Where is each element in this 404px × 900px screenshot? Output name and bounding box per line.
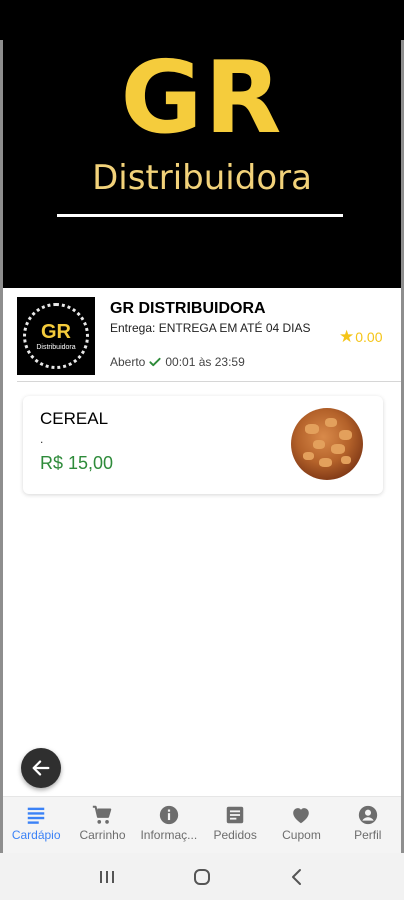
store-header: GR Distribuidora GR DISTRIBUIDORA Entreg…	[3, 288, 401, 380]
nav-item-pedidos[interactable]: Pedidos	[202, 797, 268, 853]
info-icon	[159, 805, 178, 825]
home-icon[interactable]	[190, 865, 214, 889]
store-logo-text: GR	[41, 320, 71, 343]
arrow-left-icon	[32, 760, 50, 776]
product-image-cereal	[291, 408, 363, 480]
store-status-label: Aberto	[110, 355, 146, 369]
star-icon: ★	[339, 327, 355, 346]
app-frame: GR Distribuidora GR Distribuidora GR DIS…	[0, 40, 404, 853]
store-name: GR DISTRIBUIDORA	[110, 300, 266, 317]
nav-label-cardapio: Cardápio	[11, 828, 61, 842]
heart-icon	[293, 808, 310, 824]
banner-logo-subtitle: Distribuidora	[92, 158, 312, 198]
nav-item-carrinho[interactable]: Carrinho	[69, 797, 135, 853]
cart-icon	[93, 805, 112, 824]
profile-icon	[358, 805, 377, 825]
store-logo-ring: GR Distribuidora	[23, 303, 89, 369]
bottom-navigation: Cardápio Carrinho Informaç... Pedidos Cu…	[3, 796, 401, 853]
nav-label-pedidos: Pedidos	[213, 828, 257, 842]
menu-lines-icon	[27, 807, 45, 824]
back-icon[interactable]	[285, 865, 309, 889]
store-opening-status: Aberto 00:01 às 23:59	[110, 355, 245, 369]
check-icon	[149, 357, 161, 367]
system-navigation-bar	[0, 853, 404, 900]
header-divider	[17, 381, 401, 382]
back-button[interactable]	[21, 748, 61, 788]
product-description: .	[40, 432, 44, 446]
receipt-icon	[226, 806, 244, 824]
product-name: CEREAL	[40, 409, 109, 428]
store-rating-value: 0.00	[355, 328, 383, 345]
nav-item-perfil[interactable]: Perfil	[335, 797, 401, 853]
product-card[interactable]: CEREAL . R$ 15,00	[23, 396, 383, 494]
nav-item-cupom[interactable]: Cupom	[268, 797, 334, 853]
store-logo: GR Distribuidora	[17, 297, 95, 375]
store-rating: ★ 0.00	[339, 328, 383, 345]
store-logo-subtitle: Distribuidora	[36, 343, 76, 351]
store-hours: 00:01 às 23:59	[165, 355, 245, 369]
nav-label-cupom: Cupom	[282, 828, 321, 842]
product-price: R$ 15,00	[40, 453, 114, 473]
store-banner: GR Distribuidora	[3, 40, 401, 288]
banner-underline	[57, 214, 343, 217]
store-delivery-info: Entrega: ENTREGA EM ATÉ 04 DIAS	[110, 321, 311, 335]
nav-label-informacoes: Informaç...	[140, 828, 198, 842]
recent-apps-icon[interactable]	[95, 865, 119, 889]
status-bar	[0, 0, 404, 40]
nav-label-perfil: Perfil	[354, 828, 382, 842]
nav-item-informacoes[interactable]: Informaç...	[136, 797, 202, 853]
nav-label-carrinho: Carrinho	[79, 828, 126, 842]
banner-logo-text: GR	[120, 40, 284, 156]
nav-item-cardapio[interactable]: Cardápio	[3, 797, 69, 853]
